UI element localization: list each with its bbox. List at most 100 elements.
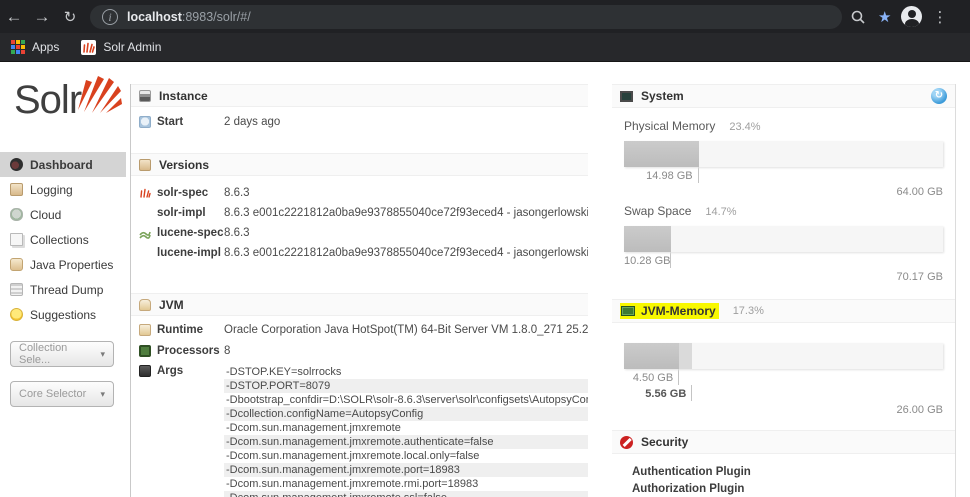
cloud-icon <box>10 208 23 221</box>
sidebar-item-logging[interactable]: Logging <box>0 177 126 202</box>
sidebar-item-dashboard[interactable]: Dashboard <box>0 152 126 177</box>
sidebar-item-collections[interactable]: Collections <box>0 227 126 252</box>
section-title: Instance <box>159 88 208 103</box>
jvm-memory-section-header: JVM-Memory 17.3% <box>612 299 955 323</box>
versions-icon <box>139 158 151 171</box>
clock-icon <box>139 116 151 128</box>
solr-logo[interactable]: Solr <box>14 76 122 140</box>
system-panel: System ↻ Physical Memory 23.4% 14.98 GB … <box>612 84 956 497</box>
section-title: Versions <box>159 157 210 172</box>
solr-favicon <box>81 39 97 55</box>
memory-used-label: 4.50 GB <box>624 369 680 385</box>
suggestions-icon <box>10 308 23 321</box>
security-icon <box>620 435 633 449</box>
memory-total-label: 70.17 GB <box>896 271 943 283</box>
row-label-text: Start <box>157 116 184 128</box>
row-label-text: lucene-impl <box>157 247 221 259</box>
core-selector[interactable]: Core Selector ▾ <box>10 381 114 407</box>
url-text[interactable]: localhost:8983/solr/#/ <box>127 10 251 24</box>
site-info-icon[interactable]: i <box>102 8 118 25</box>
processor-icon <box>139 345 151 357</box>
memory-gauge-percent: 17.3% <box>732 305 764 317</box>
args-icon <box>139 365 151 377</box>
address-bar[interactable]: i localhost:8983/solr/#/ <box>90 4 842 29</box>
security-section-header: Security <box>612 430 955 454</box>
memory-bar-fill <box>624 141 699 167</box>
memory-gauge-label: Swap Space <box>624 204 692 218</box>
jvm-arg: -Dcom.sun.management.jmxremote.rmi.port=… <box>226 478 479 490</box>
url-host: localhost <box>127 9 182 24</box>
jvm-icon <box>139 298 151 311</box>
bookmark-solr-admin[interactable]: Solr Admin <box>103 40 161 54</box>
section-title: Security <box>641 435 689 449</box>
sidebar-nav: Dashboard Logging Cloud Collections Java… <box>0 152 126 327</box>
bookmark-star-icon[interactable]: ★ <box>878 8 891 26</box>
sidebar-item-label: Dashboard <box>30 157 93 172</box>
row-value-text: 8.6.3 <box>224 227 250 239</box>
memory-gauge-label: Physical Memory <box>624 119 716 133</box>
sidebar-item-java-properties[interactable]: Java Properties <box>0 252 126 277</box>
sidebar-item-label: Java Properties <box>30 257 114 272</box>
memory-gauge-percent: 23.4% <box>729 121 761 133</box>
apps-grid-icon[interactable] <box>11 40 25 54</box>
jvm-args-list: -DSTOP.KEY=solrrocks -DSTOP.PORT=8079 -D… <box>224 365 588 497</box>
sidebar-item-label: Suggestions <box>30 307 97 322</box>
jvm-section-header: JVM <box>131 293 588 316</box>
version-row: lucene-spec 8.6.3 <box>131 223 588 243</box>
back-icon[interactable]: ← <box>0 7 28 27</box>
instance-section-header: Instance <box>131 84 588 107</box>
physical-memory-label-row: Physical Memory 23.4% <box>624 119 943 133</box>
physical-memory-gauge: 14.98 GB 64.00 GB <box>624 141 943 198</box>
instance-start-row: Start 2 days ago <box>131 116 588 128</box>
refresh-icon[interactable]: ↻ <box>931 88 947 104</box>
row-value-text: 2 days ago <box>224 116 281 128</box>
collections-icon <box>10 233 23 246</box>
java-properties-icon <box>10 258 23 271</box>
sidebar-item-suggestions[interactable]: Suggestions <box>0 302 126 327</box>
memory-used-label: 14.98 GB <box>624 167 699 183</box>
sidebar-item-cloud[interactable]: Cloud <box>0 202 126 227</box>
memory-used-label: 10.28 GB <box>624 252 671 268</box>
row-value-text: 8 <box>224 345 231 357</box>
security-row-label: Authorization Plugin <box>632 483 745 495</box>
core-selector-label: Core Selector <box>19 388 87 400</box>
profile-avatar[interactable] <box>901 6 923 27</box>
forward-icon[interactable]: → <box>28 7 56 27</box>
lucene-mini-icon <box>139 227 151 239</box>
sidebar-item-label: Logging <box>30 182 73 197</box>
memory-chip-icon <box>621 306 635 316</box>
row-value-text: 8.6.3 <box>224 187 250 199</box>
sidebar-item-label: Thread Dump <box>30 282 104 297</box>
row-value-text: 8.6.3 e001c2221812a0ba9e9378855040ce72f9… <box>224 207 588 219</box>
row-label-text: solr-spec <box>157 187 209 199</box>
security-row-label: Authentication Plugin <box>632 466 751 478</box>
swap-space-gauge: 10.28 GB 70.17 GB <box>624 226 943 283</box>
versions-section-header: Versions <box>131 153 588 176</box>
jvm-arg: -Dcom.sun.management.jmxremote.ssl=false <box>224 491 588 497</box>
jvm-arg: -Dbootstrap_confdir=D:\SOLR\solr-8.6.3\s… <box>226 394 588 406</box>
jvm-args-row: Args -DSTOP.KEY=solrrocks -DSTOP.PORT=80… <box>131 365 588 497</box>
jvm-arg: -Dcollection.configName=AutopsyConfig <box>224 407 588 421</box>
jvm-arg: -Dcom.sun.management.jmxremote.authentic… <box>224 435 588 449</box>
zoom-icon[interactable] <box>850 9 870 25</box>
row-label-text: lucene-spec <box>157 227 224 239</box>
chevron-down-icon: ▾ <box>100 348 105 359</box>
reload-icon[interactable]: ↻ <box>56 8 84 26</box>
sidebar-item-thread-dump[interactable]: Thread Dump <box>0 277 126 302</box>
bookmark-apps[interactable]: Apps <box>32 40 59 54</box>
monitor-icon <box>620 90 633 102</box>
section-title: JVM-Memory <box>641 304 716 318</box>
row-label-text: solr-impl <box>157 207 206 219</box>
dashboard-icon <box>10 158 23 171</box>
url-path: :8983/solr/#/ <box>181 9 251 24</box>
jvm-arg: -Dcom.sun.management.jmxremote.port=1898… <box>224 463 588 477</box>
memory-total-label: 64.00 GB <box>896 186 943 198</box>
collection-selector[interactable]: Collection Sele... ▾ <box>10 341 114 367</box>
bookmarks-bar: Apps Solr Admin <box>0 33 970 62</box>
memory-bar-fill <box>624 343 680 369</box>
thread-dump-icon <box>10 283 23 296</box>
chevron-down-icon: ▾ <box>100 388 105 399</box>
jvm-arg: -Dcom.sun.management.jmxremote.local.onl… <box>226 450 480 462</box>
menu-icon[interactable]: ⋮ <box>932 8 947 26</box>
jvm-arg: -DSTOP.PORT=8079 <box>224 379 588 393</box>
